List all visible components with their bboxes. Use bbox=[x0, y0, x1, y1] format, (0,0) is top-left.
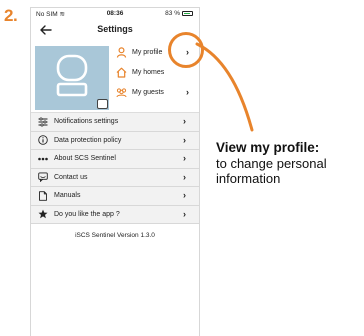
settings-item-manuals[interactable]: Manuals › bbox=[31, 187, 199, 206]
battery-label: 83 % bbox=[165, 10, 180, 17]
camera-icon[interactable] bbox=[97, 99, 108, 109]
settings-item-rate-app[interactable]: Do you like the app ? › bbox=[31, 206, 199, 224]
document-icon bbox=[39, 191, 47, 201]
chevron-right-icon: › bbox=[183, 116, 186, 126]
callout-title: View my profile: bbox=[216, 140, 320, 155]
version-label: iSCS Sentinel Version 1.3.0 bbox=[75, 232, 155, 239]
settings-item-contact[interactable]: Contact us › bbox=[31, 169, 199, 187]
star-icon bbox=[38, 209, 48, 219]
chevron-right-icon: › bbox=[186, 87, 189, 97]
home-icon bbox=[116, 67, 127, 78]
profile-menu-label: My profile bbox=[132, 48, 163, 56]
battery-icon bbox=[182, 11, 193, 16]
avatar-placeholder-icon bbox=[56, 54, 88, 97]
settings-item-label: Data protection policy bbox=[54, 136, 122, 144]
step-number: 2. bbox=[4, 6, 18, 25]
guests-icon bbox=[116, 87, 127, 97]
chevron-right-icon: › bbox=[183, 190, 186, 200]
settings-item-data-protection[interactable]: Data protection policy › bbox=[31, 132, 199, 150]
settings-item-label: Notifications settings bbox=[54, 118, 119, 126]
callout-text: to change personal information bbox=[216, 156, 327, 186]
user-icon bbox=[116, 46, 127, 58]
settings-list: Notifications settings › Data protection… bbox=[31, 112, 199, 224]
callout-highlight-circle bbox=[168, 32, 204, 68]
status-bar: No SIM ≋ 08:36 83 % bbox=[31, 8, 199, 19]
chevron-right-icon: › bbox=[183, 208, 186, 219]
dots-icon bbox=[38, 157, 48, 161]
settings-item-label: Contact us bbox=[54, 173, 88, 181]
settings-item-label: About SCS Sentinel bbox=[54, 155, 116, 163]
info-icon bbox=[38, 135, 48, 146]
settings-item-notifications[interactable]: Notifications settings › bbox=[31, 113, 199, 132]
avatar[interactable] bbox=[35, 46, 109, 110]
settings-item-about[interactable]: About SCS Sentinel › bbox=[31, 150, 199, 169]
profile-menu-label: My homes bbox=[132, 68, 165, 76]
sliders-icon bbox=[38, 117, 48, 127]
battery-status: 83 % bbox=[165, 10, 193, 17]
chevron-right-icon: › bbox=[183, 171, 186, 182]
page-title: Settings bbox=[97, 24, 133, 34]
chat-icon bbox=[38, 172, 48, 183]
chevron-right-icon: › bbox=[183, 134, 186, 145]
settings-item-label: Manuals bbox=[54, 192, 81, 200]
profile-menu-label: My guests bbox=[132, 88, 164, 96]
chevron-right-icon: › bbox=[183, 153, 186, 163]
settings-item-label: Do you like the app ? bbox=[54, 210, 120, 218]
profile-menu-my-guests[interactable]: My guests › bbox=[111, 82, 199, 102]
